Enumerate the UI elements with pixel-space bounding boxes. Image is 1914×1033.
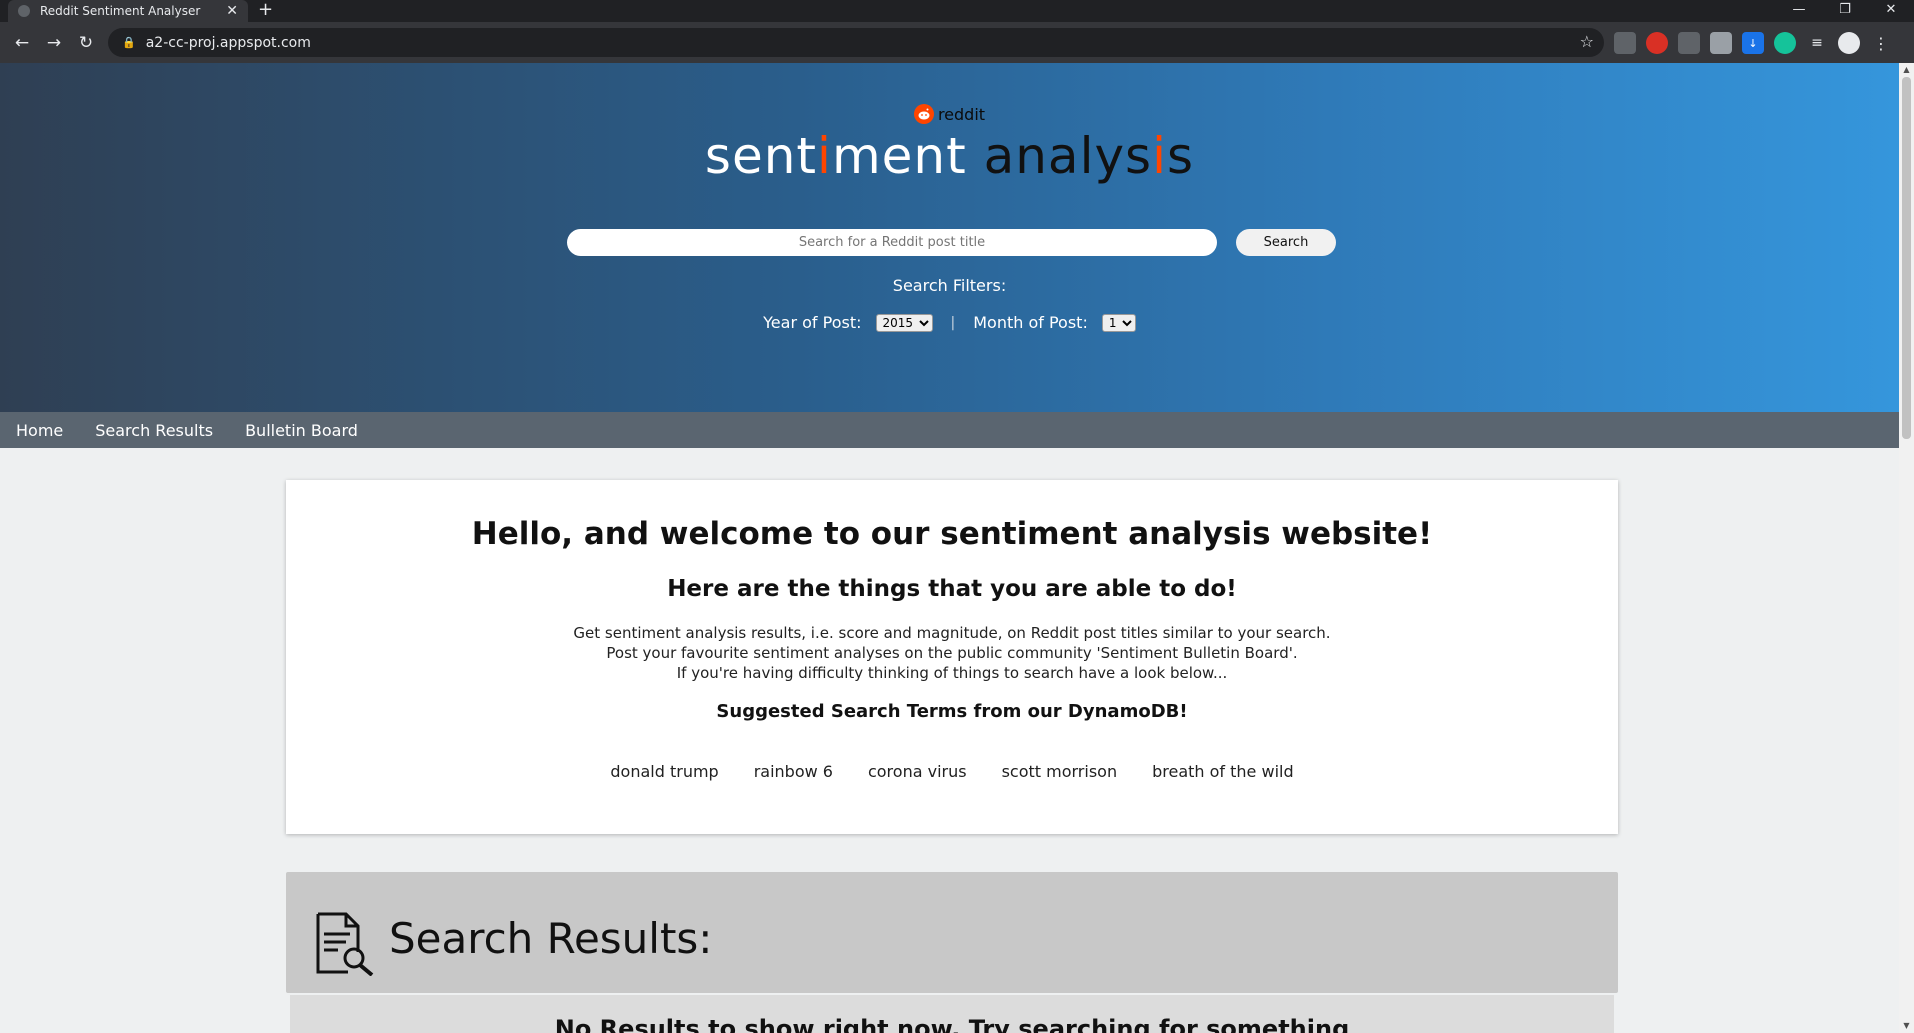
extension-camera-icon[interactable] bbox=[1678, 32, 1700, 54]
extension-gray-icon[interactable] bbox=[1710, 32, 1732, 54]
new-tab-button[interactable]: + bbox=[258, 0, 273, 22]
suggested-term[interactable]: breath of the wild bbox=[1152, 762, 1294, 781]
menu-dots-icon[interactable]: ⋮ bbox=[1870, 32, 1892, 54]
title-part: s bbox=[1167, 127, 1195, 185]
reddit-logo: reddit bbox=[913, 104, 986, 124]
title-part: i bbox=[817, 127, 832, 185]
globe-icon bbox=[18, 5, 30, 17]
url-text: a2-cc-proj.appspot.com bbox=[145, 34, 311, 51]
welcome-subheading: Here are the things that you are able to… bbox=[667, 576, 1237, 602]
reddit-brand: reddit bbox=[0, 104, 1899, 124]
extensions-area: ↓ ≡ ⋮ bbox=[1614, 30, 1892, 56]
scrollbar-thumb[interactable] bbox=[1902, 77, 1911, 439]
month-select[interactable]: 1 bbox=[1101, 313, 1136, 332]
nav-search-results[interactable]: Search Results bbox=[95, 421, 213, 440]
download-icon[interactable]: ↓ bbox=[1742, 32, 1764, 54]
search-filters-label: Search Filters: bbox=[892, 276, 1007, 295]
window-controls: — ❐ ✕ bbox=[1776, 0, 1914, 22]
tab-strip: Reddit Sentiment Analyser ✕ + — ❐ ✕ bbox=[0, 0, 1914, 22]
title-part: analys bbox=[983, 127, 1153, 185]
browser-tab[interactable]: Reddit Sentiment Analyser ✕ bbox=[8, 0, 248, 22]
page-viewport: reddit sentiment analysis Search Search … bbox=[0, 63, 1914, 1033]
scroll-down-icon[interactable]: ▼ bbox=[1899, 1019, 1914, 1033]
tab-close-icon[interactable]: ✕ bbox=[226, 3, 238, 19]
welcome-description: Get sentiment analysis results, i.e. sco… bbox=[286, 623, 1618, 683]
address-bar[interactable]: 🔒 a2-cc-proj.appspot.com ☆ bbox=[108, 28, 1604, 57]
description-line: Get sentiment analysis results, i.e. sco… bbox=[573, 624, 1331, 642]
suggested-heading: Suggested Search Terms from our DynamoDB… bbox=[716, 701, 1188, 722]
search-button[interactable]: Search bbox=[1236, 229, 1336, 256]
title-part: i bbox=[1152, 127, 1167, 185]
reload-icon[interactable]: ↻ bbox=[70, 33, 102, 53]
reddit-snoo-icon bbox=[913, 104, 934, 124]
suggested-term[interactable]: scott morrison bbox=[1002, 762, 1118, 781]
suggested-term[interactable]: donald trump bbox=[610, 762, 718, 781]
no-results-message: No Results to show right now. Try search… bbox=[554, 1015, 1350, 1033]
suggested-terms: donald trump rainbow 6 corona virus scot… bbox=[286, 762, 1618, 781]
welcome-card: Hello, and welcome to our sentiment anal… bbox=[286, 480, 1618, 834]
hero-header: reddit sentiment analysis Search Search … bbox=[0, 63, 1899, 412]
back-arrow-icon[interactable]: ← bbox=[6, 33, 38, 53]
search-results-title: Search Results: bbox=[389, 914, 713, 963]
welcome-heading: Hello, and welcome to our sentiment anal… bbox=[471, 516, 1433, 552]
document-search-icon bbox=[314, 912, 376, 980]
page-scrollbar[interactable]: ▲ ▼ bbox=[1899, 63, 1914, 1033]
browser-toolbar: ← → ↻ 🔒 a2-cc-proj.appspot.com ☆ ↓ ≡ ⋮ bbox=[0, 22, 1914, 63]
search-input[interactable] bbox=[567, 229, 1217, 256]
filter-separator: | bbox=[950, 314, 956, 331]
nav-bulletin-board[interactable]: Bulletin Board bbox=[245, 421, 358, 440]
scroll-up-icon[interactable]: ▲ bbox=[1899, 63, 1914, 77]
minimize-button[interactable]: — bbox=[1776, 0, 1822, 22]
grammarly-icon[interactable] bbox=[1774, 32, 1796, 54]
suggested-term[interactable]: corona virus bbox=[868, 762, 967, 781]
restore-button[interactable]: ❐ bbox=[1822, 0, 1868, 22]
year-label: Year of Post: bbox=[763, 313, 862, 332]
bookmark-star-icon[interactable]: ☆ bbox=[1580, 32, 1594, 51]
media-queue-icon[interactable]: ≡ bbox=[1806, 32, 1828, 54]
nav-home[interactable]: Home bbox=[16, 421, 63, 440]
search-results-body: No Results to show right now. Try search… bbox=[290, 995, 1614, 1033]
reddit-wordmark: reddit bbox=[937, 104, 986, 124]
extension-red-icon[interactable] bbox=[1646, 32, 1668, 54]
title-part: sent bbox=[704, 127, 818, 185]
site-title: sentiment analysis bbox=[0, 127, 1899, 185]
filter-row: Year of Post: 2015 | Month of Post: 1 bbox=[0, 313, 1899, 332]
lock-icon: 🔒 bbox=[122, 36, 136, 49]
title-part: ment bbox=[831, 127, 984, 185]
month-label: Month of Post: bbox=[973, 313, 1088, 332]
profile-avatar[interactable] bbox=[1838, 32, 1860, 54]
description-line: Post your favourite sentiment analyses o… bbox=[606, 644, 1298, 662]
search-results-header: Search Results: bbox=[286, 872, 1618, 993]
suggested-term[interactable]: rainbow 6 bbox=[754, 762, 833, 781]
main-nav: Home Search Results Bulletin Board bbox=[0, 412, 1899, 448]
description-line: If you're having difficulty thinking of … bbox=[676, 664, 1228, 682]
extension-screen-icon[interactable] bbox=[1614, 32, 1636, 54]
close-window-button[interactable]: ✕ bbox=[1868, 0, 1914, 22]
forward-arrow-icon[interactable]: → bbox=[38, 33, 70, 53]
year-select[interactable]: 2015 bbox=[875, 313, 933, 332]
tab-title: Reddit Sentiment Analyser bbox=[40, 4, 201, 18]
